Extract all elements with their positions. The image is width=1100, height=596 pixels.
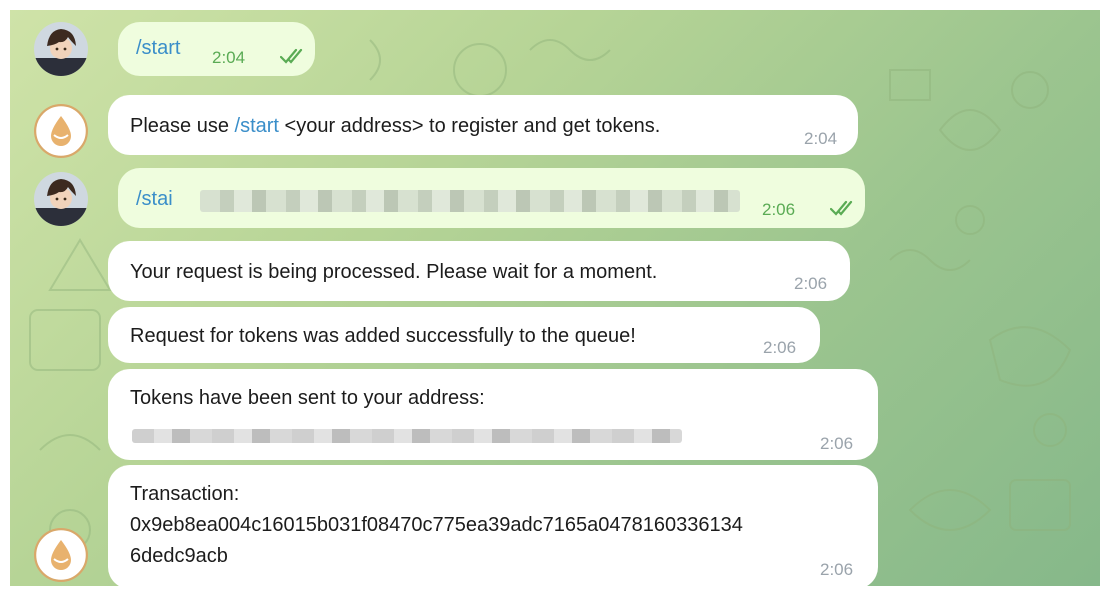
message-bubble-incoming[interactable]: Your request is being processed. Please … <box>108 241 850 301</box>
text-part: Please use <box>130 115 235 137</box>
water-drop-bot-avatar-icon <box>34 104 88 158</box>
message-bubble-incoming[interactable]: Tokens have been sent to your address: 2… <box>108 369 878 460</box>
transaction-hash-continued[interactable]: 6dedc9acb <box>130 543 228 569</box>
anime-character-avatar-icon <box>34 22 88 76</box>
bot-avatar[interactable] <box>34 104 88 158</box>
message-time: 2:04 <box>804 129 838 148</box>
start-command-with-address[interactable]: /stai <box>136 186 173 212</box>
user-avatar[interactable] <box>34 172 88 226</box>
message-bubble-incoming[interactable]: Please use /start <your address> to regi… <box>108 95 858 155</box>
bot-reply-text: Please use /start <your address> to regi… <box>130 113 660 139</box>
message-time: 2:06 <box>794 274 828 293</box>
bot-avatar[interactable] <box>34 528 88 582</box>
message-bubble-outgoing[interactable]: /stai 2:06 <box>118 168 865 228</box>
double-check-icon <box>830 200 853 216</box>
water-drop-bot-avatar-icon <box>34 528 88 582</box>
bot-reply-text: Tokens have been sent to your address: <box>130 387 485 409</box>
message-time: 2:06 <box>820 560 854 579</box>
redacted-address <box>132 429 682 443</box>
transaction-hash[interactable]: 0x9eb8ea004c16015b031f08470c775ea39adc71… <box>130 512 743 538</box>
anime-character-avatar-icon <box>34 172 88 226</box>
message-time: 2:06 <box>763 338 797 357</box>
chat-area[interactable]: /start 2:04 Please use /start <your addr… <box>10 10 1100 586</box>
message-time: 2:06 <box>820 434 854 453</box>
double-check-icon <box>280 48 303 64</box>
message-time: 2:04 <box>212 48 246 67</box>
message-time: 2:06 <box>762 200 796 219</box>
bot-reply-text: Your request is being processed. Please … <box>130 261 658 283</box>
transaction-label: Transaction: <box>130 483 240 505</box>
message-bubble-incoming[interactable]: Transaction: 0x9eb8ea004c16015b031f08470… <box>108 465 878 586</box>
text-part: <your address> to register and get token… <box>278 115 661 137</box>
start-command-link[interactable]: /start <box>235 115 279 137</box>
redacted-address <box>200 190 740 212</box>
bot-reply-text: Request for tokens was added successfull… <box>130 325 636 347</box>
message-bubble-incoming[interactable]: Request for tokens was added successfull… <box>108 307 820 363</box>
message-bubble-outgoing[interactable]: /start 2:04 <box>118 22 315 76</box>
user-avatar[interactable] <box>34 22 88 76</box>
start-command-link[interactable]: /start <box>136 35 180 61</box>
